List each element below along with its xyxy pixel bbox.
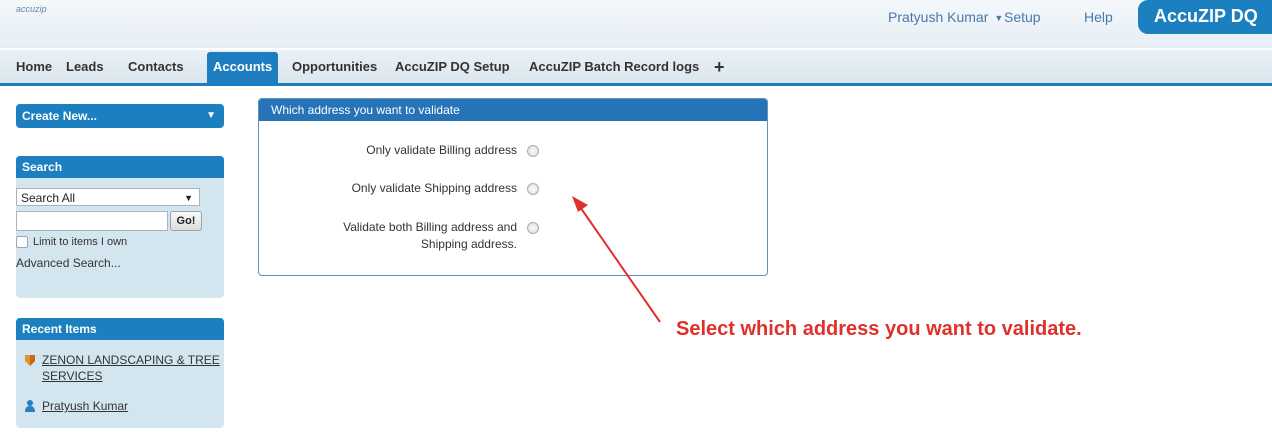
tab-bar: Home Leads Contacts Accounts Opportuniti… <box>0 50 1272 86</box>
panel-title: Which address you want to validate <box>259 99 767 121</box>
tab-accuzip-batch-record-logs[interactable]: AccuZIP Batch Record logs <box>529 59 699 74</box>
recent-item-user[interactable]: Pratyush Kumar <box>24 398 224 416</box>
search-title: Search <box>16 156 224 178</box>
setup-link[interactable]: Setup <box>1004 9 1041 25</box>
recent-items-box: Recent Items ZENON LANDSCAPING & TREE SE… <box>16 318 224 428</box>
top-header: accuzip Pratyush Kumar ▼ Setup Help AccuZ… <box>0 0 1272 48</box>
tab-contacts[interactable]: Contacts <box>128 59 184 74</box>
address-validation-panel: Which address you want to validate Only … <box>258 98 768 276</box>
recent-item-label: ZENON LANDSCAPING & TREE SERVICES <box>42 353 220 383</box>
user-name: Pratyush Kumar <box>888 9 989 25</box>
option-shipping-label: Only validate Shipping address <box>351 181 517 195</box>
user-menu[interactable]: Pratyush Kumar ▼ <box>888 9 1003 25</box>
chevron-down-icon: ▼ <box>994 13 1004 24</box>
tab-home[interactable]: Home <box>16 59 52 74</box>
app-logo: accuzip <box>16 4 47 14</box>
help-link[interactable]: Help <box>1084 9 1113 25</box>
recent-items-title: Recent Items <box>16 318 224 340</box>
chevron-down-icon: ▼ <box>206 110 216 121</box>
radio-both[interactable] <box>527 222 539 234</box>
user-icon <box>25 400 35 412</box>
recent-item-label: Pratyush Kumar <box>42 399 129 413</box>
limit-label: Limit to items I own <box>33 236 128 248</box>
advanced-search-link[interactable]: Advanced Search... <box>16 256 121 270</box>
search-sidebar-box: Search Search All ▼ Go! Limit to items I… <box>16 156 224 298</box>
account-icon <box>25 355 35 366</box>
go-button[interactable]: Go! <box>170 211 202 231</box>
tab-accuzip-dq-setup[interactable]: AccuZIP DQ Setup <box>395 59 510 74</box>
limit-to-own-row[interactable]: Limit to items I own <box>16 236 128 249</box>
option-both-label: Validate both Billing address and Shippi… <box>343 219 517 253</box>
option-both-line1: Validate both Billing address and <box>343 220 517 234</box>
option-both-line2: Shipping address. <box>420 237 517 251</box>
search-input[interactable] <box>16 211 168 231</box>
add-tab-icon[interactable]: + <box>714 57 725 78</box>
tab-opportunities[interactable]: Opportunities <box>292 59 377 74</box>
app-switcher-button[interactable]: AccuZIP DQ <box>1138 0 1272 34</box>
radio-billing[interactable] <box>527 145 539 157</box>
search-scope-value: Search All <box>21 191 76 205</box>
option-billing-label: Only validate Billing address <box>366 143 517 157</box>
search-scope-select[interactable]: Search All ▼ <box>16 188 200 206</box>
create-new-label: Create New... <box>22 109 97 123</box>
annotation-text: Select which address you want to validat… <box>676 318 1082 340</box>
create-new-button[interactable]: Create New... ▼ <box>16 104 224 128</box>
recent-item-account[interactable]: ZENON LANDSCAPING & TREE SERVICES <box>24 352 224 386</box>
radio-shipping[interactable] <box>527 183 539 195</box>
tab-leads[interactable]: Leads <box>66 59 104 74</box>
chevron-down-icon: ▼ <box>184 193 193 203</box>
tab-accounts[interactable]: Accounts <box>207 52 279 83</box>
limit-checkbox[interactable] <box>16 236 28 249</box>
